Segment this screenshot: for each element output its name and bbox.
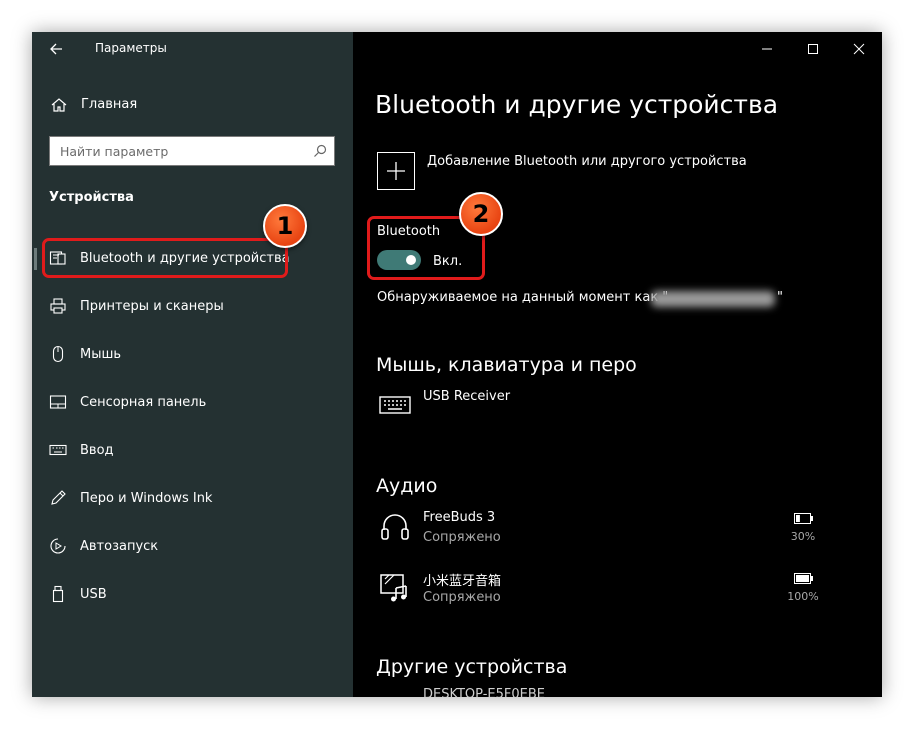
battery-percent: 100% (787, 590, 819, 603)
device-name: FreeBuds 3 (423, 510, 496, 525)
battery-icon (794, 573, 813, 584)
add-device-button[interactable] (377, 152, 415, 190)
keyboard-icon (379, 396, 411, 414)
sidebar-item-label: Автозапуск (80, 539, 159, 554)
back-button[interactable] (44, 38, 70, 60)
section-mouse-keyboard-title: Мышь, клавиатура и перо (376, 354, 637, 376)
sidebar-item-label: USB (80, 587, 107, 602)
blurred-device-name (651, 291, 775, 307)
minimize-button[interactable] (744, 32, 790, 66)
bluetooth-state-label: Вкл. (433, 254, 463, 269)
device-status: Сопряжено (423, 590, 501, 605)
discoverable-quote-end: " (777, 290, 783, 305)
sidebar-item-printers[interactable]: Принтеры и сканеры (32, 291, 353, 321)
mouse-icon (52, 345, 64, 363)
toggle-knob (406, 255, 416, 265)
sidebar-item-label: Мышь (80, 347, 122, 362)
discoverable-text: Обнаруживаемое на данный момент как " (377, 290, 669, 305)
bluetooth-label: Bluetooth (377, 224, 441, 239)
callout-badge-2: 2 (459, 192, 503, 236)
sidebar-item-label: Принтеры и сканеры (80, 299, 224, 314)
sidebar-item-mouse[interactable]: Мышь (32, 339, 353, 369)
back-arrow-icon (50, 43, 62, 55)
maximize-button[interactable] (790, 32, 836, 66)
sidebar-item-touchpad[interactable]: Сенсорная панель (32, 387, 353, 417)
section-other-title: Другие устройства (376, 656, 568, 678)
plus-icon (387, 162, 405, 180)
sidebar-item-autoplay[interactable]: Автозапуск (32, 531, 353, 561)
printer-icon (50, 298, 66, 314)
sidebar-item-usb[interactable]: USB (32, 579, 353, 609)
section-audio-title: Аудио (376, 475, 438, 497)
minimize-icon (762, 48, 772, 50)
home-icon (51, 98, 67, 112)
nav-home-label: Главная (81, 97, 138, 112)
keyboard-icon (49, 444, 67, 456)
sidebar-item-label: Перо и Windows Ink (80, 491, 213, 506)
nav-home[interactable]: Главная (32, 94, 353, 118)
app-title: Параметры (95, 41, 167, 55)
search-icon (314, 144, 327, 157)
main-panel: Bluetooth и другие устройства Добавление… (353, 32, 882, 697)
search-input[interactable] (60, 143, 300, 159)
sidebar: Параметры Главная Устройства Bluetooth и… (32, 32, 353, 697)
sidebar-item-label: Сенсорная панель (80, 395, 207, 410)
add-device-label[interactable]: Добавление Bluetooth или другого устройс… (427, 154, 747, 169)
battery-icon (794, 513, 813, 524)
sidebar-item-label: Ввод (80, 443, 114, 458)
close-button[interactable] (836, 32, 882, 66)
titlebar: Параметры (32, 32, 353, 66)
other-device-partial: DESKTOP-E5F0EBE (423, 687, 545, 697)
headphones-icon (381, 514, 409, 540)
close-icon (853, 43, 865, 55)
search-box[interactable] (49, 136, 335, 166)
device-name: 小米蓝牙音箱 (423, 574, 502, 589)
device-status: Сопряжено (423, 530, 501, 545)
bluetooth-toggle[interactable] (377, 250, 421, 270)
pen-icon (51, 490, 66, 505)
section-title: Устройства (49, 190, 134, 205)
callout-highlight-1 (42, 238, 288, 278)
sidebar-item-pen[interactable]: Перо и Windows Ink (32, 483, 353, 513)
page-title: Bluetooth и другие устройства (375, 90, 779, 119)
sidebar-item-input[interactable]: Ввод (32, 435, 353, 465)
settings-window: Параметры Главная Устройства Bluetooth и… (32, 32, 882, 697)
battery-percent: 30% (790, 530, 816, 543)
callout-badge-1: 1 (263, 204, 307, 248)
touchpad-icon (49, 395, 67, 409)
usb-icon (52, 585, 64, 603)
speaker-icon (380, 574, 407, 602)
maximize-icon (808, 44, 818, 54)
autoplay-icon (50, 538, 66, 554)
device-usb-receiver[interactable]: USB Receiver (423, 389, 510, 404)
